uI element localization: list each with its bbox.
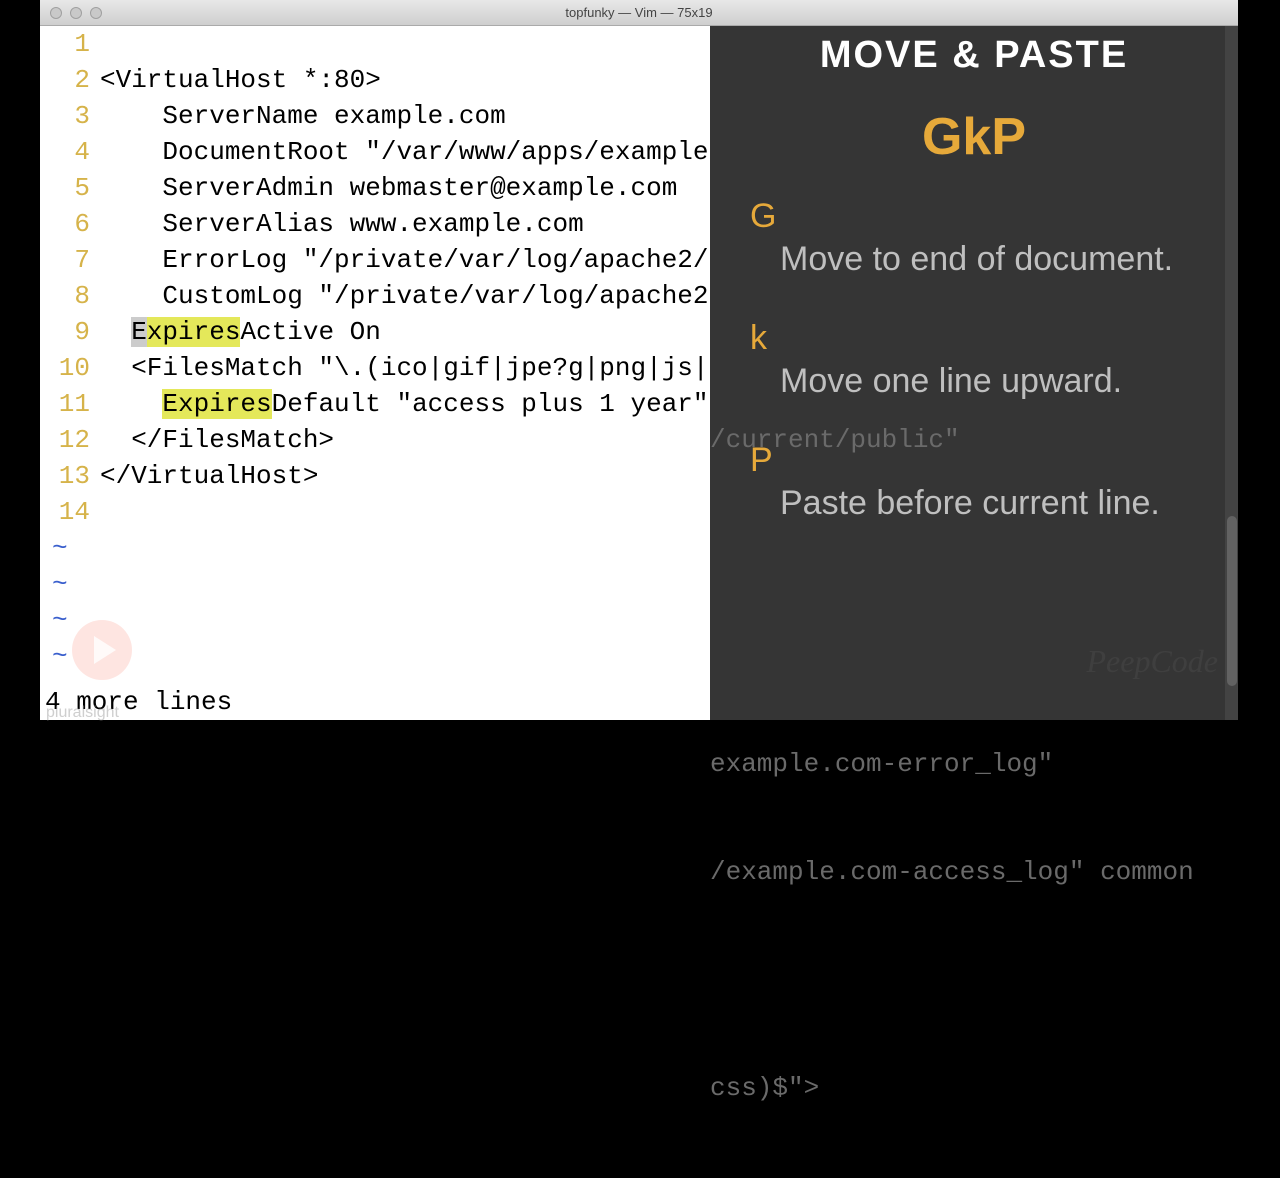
- line-number: 5: [40, 170, 100, 206]
- empty-tilde: ~: [40, 602, 710, 638]
- code-line: ExpiresDefault "access plus 1 year": [100, 386, 709, 422]
- overlay-key: G: [710, 197, 1238, 236]
- right-letterbox: [1238, 0, 1280, 720]
- brand-text: pluralsight: [46, 704, 119, 722]
- search-highlight: xpires: [147, 317, 241, 347]
- overlay-key: k: [710, 319, 1238, 358]
- scrollbar-thumb[interactable]: [1227, 516, 1237, 686]
- play-button[interactable]: [72, 620, 132, 680]
- code-line: <VirtualHost *:80>: [100, 62, 381, 98]
- overlay-desc: Move one line upward.: [710, 362, 1238, 401]
- line-number: 9: [40, 314, 100, 350]
- empty-tilde: ~: [40, 638, 710, 674]
- line-number: 7: [40, 242, 100, 278]
- line-number: 10: [40, 350, 100, 386]
- left-letterbox: [0, 0, 40, 720]
- code-line: </FilesMatch>: [100, 422, 334, 458]
- overlay-title: MOVE & PASTE: [710, 34, 1238, 77]
- overlay-desc: Move to end of document.: [710, 240, 1238, 279]
- window-title: topfunky — Vim — 75x19: [40, 5, 1238, 20]
- window-titlebar: topfunky — Vim — 75x19: [40, 0, 1238, 26]
- line-number: 3: [40, 98, 100, 134]
- code-line: ExpiresActive On: [100, 314, 381, 350]
- line-number: 12: [40, 422, 100, 458]
- overlay-command: GkP: [710, 107, 1238, 167]
- line-number: 1: [40, 26, 100, 62]
- empty-tilde: ~: [40, 566, 710, 602]
- line-number: 2: [40, 62, 100, 98]
- vim-editor[interactable]: 1 2<VirtualHost *:80> 3 ServerName examp…: [40, 26, 710, 720]
- play-icon: [94, 636, 116, 664]
- code-line: ServerAlias www.example.com: [100, 206, 584, 242]
- search-highlight: Expires: [162, 389, 271, 419]
- cursor-char: E: [131, 317, 147, 347]
- help-overlay: /current/public" example.com-error_log" …: [710, 26, 1238, 720]
- line-number: 4: [40, 134, 100, 170]
- overlay-desc: Paste before current line.: [710, 484, 1238, 523]
- empty-tilde: ~: [40, 530, 710, 566]
- watermark-text: PeepCode: [1087, 643, 1219, 680]
- overlay-key: P: [710, 441, 1238, 480]
- line-number: 13: [40, 458, 100, 494]
- line-number: 6: [40, 206, 100, 242]
- code-line: ServerAdmin webmaster@example.com: [100, 170, 677, 206]
- line-number: 14: [40, 494, 100, 530]
- line-number: 8: [40, 278, 100, 314]
- code-line: ServerName example.com: [100, 98, 506, 134]
- line-number: 11: [40, 386, 100, 422]
- code-line: </VirtualHost>: [100, 458, 318, 494]
